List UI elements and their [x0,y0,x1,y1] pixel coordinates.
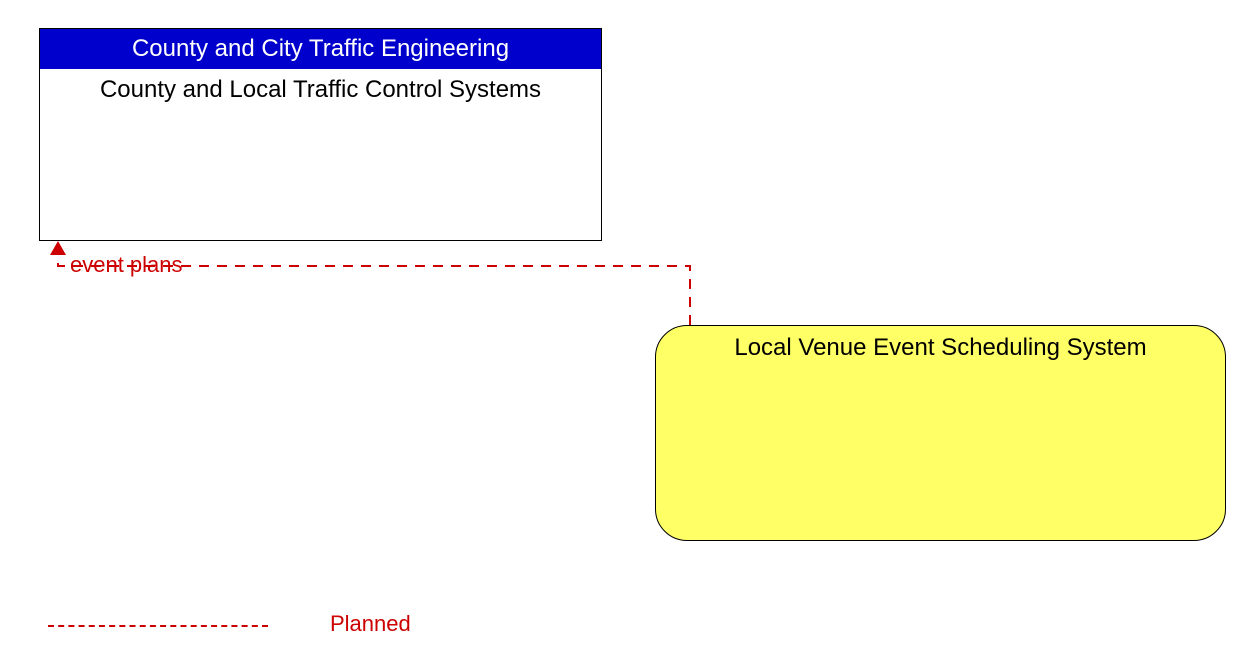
node-traffic-engineering-header: County and City Traffic Engineering [40,29,601,69]
legend-planned-label: Planned [330,611,411,637]
node-traffic-engineering-body: County and Local Traffic Control Systems [40,69,601,105]
flow-label: event plans [70,252,183,278]
legend-planned-line [48,625,268,627]
node-venue-scheduling: Local Venue Event Scheduling System [655,325,1226,541]
node-traffic-engineering: County and City Traffic Engineering Coun… [39,28,602,241]
